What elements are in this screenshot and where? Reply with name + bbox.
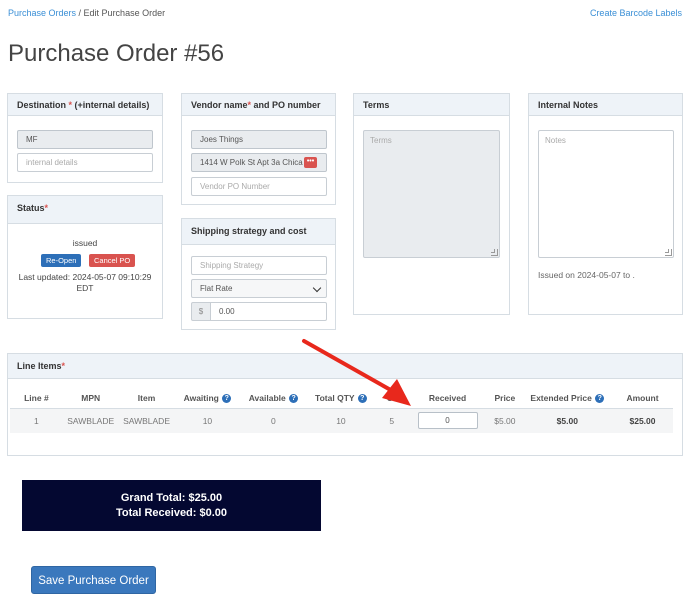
total-received: Total Received: $0.00: [115, 507, 228, 519]
help-icon[interactable]: ?: [289, 393, 299, 403]
cell-extended-price: $5.00: [522, 408, 612, 433]
last-updated-text: Last updated: 2024-05-07 09:10:29: [18, 272, 152, 282]
col-extended-price: Extended Price ?: [522, 388, 612, 409]
destination-panel: Destination * (+internal details) MF int…: [7, 93, 163, 183]
vendor-po-number-input[interactable]: Vendor PO Number: [191, 177, 327, 196]
save-purchase-order-button[interactable]: Save Purchase Order: [31, 566, 156, 594]
terms-textarea[interactable]: Terms: [363, 130, 500, 258]
cell-available: 0: [240, 408, 307, 433]
resize-grip-icon[interactable]: [665, 249, 672, 256]
chevron-down-icon: [312, 283, 322, 293]
resize-grip-icon[interactable]: [491, 249, 498, 256]
terms-placeholder: Terms: [370, 136, 392, 145]
breadcrumb-purchase-orders-link[interactable]: Purchase Orders: [8, 8, 76, 18]
vendor-name-field[interactable]: Joes Things: [191, 130, 327, 149]
cell-received: 0: [407, 408, 488, 433]
table-row: 1 SAWBLADE SAWBLADE 10 0 10 5 0 $5.00 $5…: [10, 408, 673, 433]
cell-awaiting: 10: [174, 408, 241, 433]
col-total-qty: Total QTY ?: [306, 388, 376, 409]
breadcrumb-separator: /: [76, 8, 84, 18]
col-amount: Amount: [611, 388, 673, 409]
cell-line-number: 1: [10, 408, 63, 433]
notes-textarea[interactable]: Notes: [538, 130, 674, 258]
help-icon[interactable]: ?: [222, 393, 232, 403]
shipping-heading: Shipping strategy and cost: [182, 219, 335, 245]
totals-box: Grand Total: $25.00 Total Received: $0.0…: [22, 480, 321, 531]
breadcrumb-current: Edit Purchase Order: [83, 8, 166, 18]
help-icon[interactable]: ?: [357, 393, 367, 403]
reopen-button[interactable]: Re-Open: [41, 254, 82, 267]
cell-item: SAWBLADE: [118, 408, 175, 433]
status-panel: Status* issued Re-Open Cancel PO Last up…: [7, 195, 163, 319]
shipping-method-select[interactable]: Flat Rate: [191, 279, 327, 298]
terms-heading: Terms: [354, 94, 509, 116]
table-header-row: Line # MPN Item Awaiting ? Available ? T…: [10, 388, 673, 409]
shipping-cost-input[interactable]: 0.00: [210, 302, 327, 321]
col-awaiting: Awaiting ?: [174, 388, 241, 409]
internal-details-input[interactable]: internal details: [17, 153, 153, 172]
shipping-panel: Shipping strategy and cost Shipping Stra…: [181, 218, 336, 330]
currency-addon: $: [191, 302, 211, 321]
vendor-heading: Vendor name* and PO number: [182, 94, 335, 116]
cell-mpn: SAWBLADE: [62, 408, 119, 433]
internal-notes-heading: Internal Notes: [529, 94, 682, 116]
create-barcode-labels-link[interactable]: Create Barcode Labels: [590, 8, 682, 18]
help-icon[interactable]: ?: [595, 393, 605, 403]
destination-heading: Destination * (+internal details): [8, 94, 162, 116]
status-heading: Status*: [8, 196, 162, 224]
vendor-panel: Vendor name* and PO number Joes Things 1…: [181, 93, 336, 205]
cell-amount: $25.00: [611, 408, 673, 433]
breadcrumb: Purchase Orders / Edit Purchase Order: [8, 8, 165, 18]
destination-field[interactable]: MF: [17, 130, 153, 149]
cell-price: $5.00: [487, 408, 523, 433]
col-mpn: MPN: [62, 388, 119, 409]
cell-ordered: 5: [375, 408, 408, 433]
cell-total-qty: 10: [306, 408, 376, 433]
col-item: Item: [118, 388, 175, 409]
col-line-number: Line #: [10, 388, 63, 409]
col-available: Available ?: [240, 388, 307, 409]
page-title: Purchase Order #56: [8, 40, 225, 67]
issued-on-text: Issued on 2024-05-07 to .: [538, 270, 635, 280]
status-value: issued: [72, 238, 98, 248]
col-price: Price: [487, 388, 523, 409]
shipping-strategy-input[interactable]: Shipping Strategy: [191, 256, 327, 275]
col-ordered: Or: [375, 388, 408, 409]
line-items-table: Line # MPN Item Awaiting ? Available ? T…: [10, 388, 673, 433]
line-items-heading: Line Items*: [8, 354, 682, 379]
col-received: Received: [407, 388, 488, 409]
notes-placeholder: Notes: [545, 136, 566, 145]
grand-total: Grand Total: $25.00: [120, 492, 223, 504]
received-input[interactable]: 0: [417, 412, 478, 430]
internal-notes-panel: Internal Notes Notes Issued on 2024-05-0…: [528, 93, 683, 315]
shipping-method-value: Flat Rate: [200, 284, 233, 293]
terms-panel: Terms Terms: [353, 93, 510, 315]
vendor-address-text: 1414 W Polk St Apt 3a Chica: [200, 158, 303, 167]
cancel-po-button[interactable]: Cancel PO: [89, 254, 136, 267]
dots-icon[interactable]: •••: [304, 157, 317, 168]
last-updated-tz: EDT: [76, 283, 94, 293]
